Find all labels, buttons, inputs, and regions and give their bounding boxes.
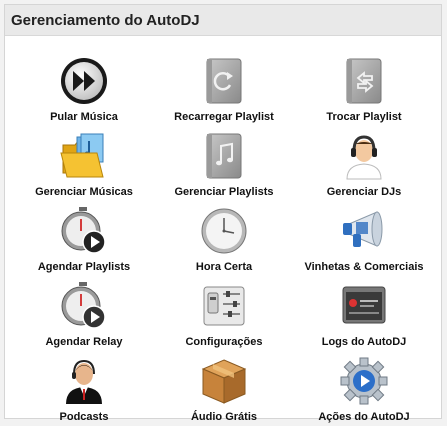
stopwatch-relay-icon bbox=[59, 281, 109, 331]
podcasts-button[interactable]: Podcasts bbox=[11, 351, 157, 426]
skip-song-button[interactable]: Pular Música bbox=[11, 51, 157, 126]
time-announce-label: Hora Certa bbox=[195, 261, 253, 273]
swap-playlist-button[interactable]: Trocar Playlist bbox=[291, 51, 437, 126]
dj-headphones-icon bbox=[339, 131, 389, 181]
schedule-playlists-label: Agendar Playlists bbox=[37, 261, 131, 273]
stopwatch-play-icon bbox=[59, 206, 109, 256]
settings-label: Configurações bbox=[185, 336, 263, 348]
free-audio-button[interactable]: Áudio Grátis bbox=[151, 351, 297, 426]
free-audio-label: Áudio Grátis bbox=[190, 411, 257, 423]
autodj-logs-label: Logs do AutoDJ bbox=[321, 336, 407, 348]
jingles-ads-button[interactable]: Vinhetas & Comerciais bbox=[291, 201, 437, 276]
schedule-relay-label: Agendar Relay bbox=[45, 336, 123, 348]
manage-playlists-label: Gerenciar Playlists bbox=[174, 186, 274, 198]
panel-title: Gerenciamento do AutoDJ bbox=[5, 5, 441, 36]
autodj-panel: Gerenciamento do AutoDJ Pular Música Rec… bbox=[4, 4, 442, 423]
gear-play-icon bbox=[339, 356, 389, 406]
log-window-icon bbox=[339, 281, 389, 331]
settings-button[interactable]: Configurações bbox=[151, 276, 297, 351]
megaphone-icon bbox=[339, 206, 389, 256]
podcast-speaker-icon bbox=[59, 356, 109, 406]
autodj-actions-button[interactable]: Ações do AutoDJ bbox=[291, 351, 437, 426]
skip-song-label: Pular Música bbox=[50, 111, 118, 123]
manage-djs-button[interactable]: Gerenciar DJs bbox=[291, 126, 437, 201]
box-icon bbox=[199, 356, 249, 406]
podcasts-label: Podcasts bbox=[59, 411, 109, 423]
manage-djs-label: Gerenciar DJs bbox=[326, 186, 402, 198]
reload-playlist-button[interactable]: Recarregar Playlist bbox=[151, 51, 297, 126]
autodj-actions-label: Ações do AutoDJ bbox=[318, 411, 410, 423]
music-note-icon bbox=[199, 131, 249, 181]
autodj-logs-button[interactable]: Logs do AutoDJ bbox=[291, 276, 437, 351]
jingles-ads-label: Vinhetas & Comerciais bbox=[304, 261, 424, 273]
swap-icon bbox=[339, 56, 389, 106]
autodj-menu-grid: Pular Música Recarregar Playlist Trocar … bbox=[5, 36, 441, 423]
music-folder-icon bbox=[59, 131, 109, 181]
reload-playlist-label: Recarregar Playlist bbox=[174, 111, 274, 123]
skip-forward-icon bbox=[59, 56, 109, 106]
reload-icon bbox=[199, 56, 249, 106]
manage-songs-label: Gerenciar Músicas bbox=[35, 186, 133, 198]
swap-playlist-label: Trocar Playlist bbox=[326, 111, 402, 123]
time-announce-button[interactable]: Hora Certa bbox=[151, 201, 297, 276]
manage-songs-button[interactable]: Gerenciar Músicas bbox=[11, 126, 157, 201]
schedule-playlists-button[interactable]: Agendar Playlists bbox=[11, 201, 157, 276]
schedule-relay-button[interactable]: Agendar Relay bbox=[11, 276, 157, 351]
clock-icon bbox=[199, 206, 249, 256]
manage-playlists-button[interactable]: Gerenciar Playlists bbox=[151, 126, 297, 201]
settings-panel-icon bbox=[199, 281, 249, 331]
